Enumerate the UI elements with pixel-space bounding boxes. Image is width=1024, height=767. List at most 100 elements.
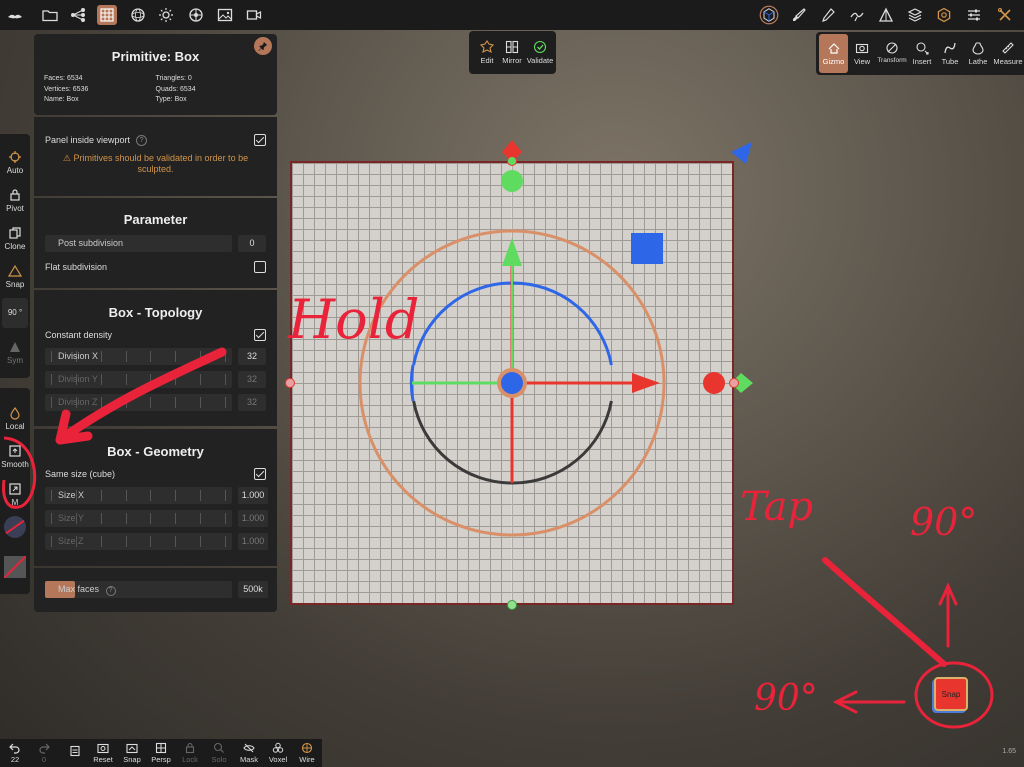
- geometry-title: Box - Geometry: [107, 444, 204, 459]
- size-y-label: Size Y: [58, 513, 84, 523]
- edit-label: Edit: [480, 56, 494, 65]
- pivot-button[interactable]: Pivot: [0, 188, 30, 213]
- stroke-icon[interactable]: [847, 5, 867, 25]
- insert-button[interactable]: Insert: [909, 41, 935, 66]
- undo-button[interactable]: 22: [2, 742, 28, 764]
- primitive-info-panel: Primitive: Box Faces: 6534 Triangles: 0 …: [34, 34, 277, 115]
- validate-button[interactable]: Validate: [526, 40, 554, 65]
- video-icon[interactable]: [244, 5, 264, 25]
- wire-button[interactable]: Wire: [294, 742, 320, 764]
- sphere-icon[interactable]: [128, 5, 148, 25]
- division-z-slider[interactable]: Division Z: [45, 394, 232, 411]
- voxel-label: Voxel: [268, 755, 288, 764]
- scene-tree-icon[interactable]: [68, 5, 88, 25]
- edit-button[interactable]: Edit: [474, 40, 500, 65]
- image-icon[interactable]: [215, 5, 235, 25]
- color-swatch-square[interactable]: [4, 556, 26, 578]
- reset-label: Reset: [93, 755, 113, 764]
- box-mesh[interactable]: [290, 161, 734, 605]
- size-z-slider[interactable]: Size Z: [45, 533, 232, 550]
- solo-button[interactable]: Solo: [206, 742, 232, 764]
- constant-density-label: Constant density: [45, 330, 113, 340]
- snap-label: Snap: [5, 280, 25, 289]
- undo-count: 22: [10, 755, 20, 764]
- max-faces-section: Max faces ? 500k: [34, 568, 277, 612]
- division-x-slider[interactable]: Division X: [45, 348, 232, 365]
- topology-title: Box - Topology: [108, 305, 203, 320]
- pin-icon[interactable]: [254, 37, 272, 55]
- view-button[interactable]: View: [850, 41, 874, 66]
- mask-button[interactable]: Mask: [236, 742, 262, 764]
- size-y-slider[interactable]: Size Y: [45, 510, 232, 527]
- voxel-button[interactable]: Voxel: [265, 742, 291, 764]
- orientation-cube-icon[interactable]: [757, 5, 781, 25]
- transform-button[interactable]: Transform: [876, 41, 908, 64]
- lathe-button[interactable]: Lathe: [965, 41, 991, 66]
- division-y-value[interactable]: 32: [238, 371, 266, 388]
- material-icon[interactable]: [186, 5, 206, 25]
- size-x-slider[interactable]: Size X: [45, 487, 232, 504]
- help-icon[interactable]: ?: [105, 586, 116, 596]
- picker-icon[interactable]: [818, 5, 838, 25]
- help-icon[interactable]: ?: [136, 134, 148, 146]
- same-size-checkbox[interactable]: [254, 468, 266, 480]
- camera-snap-label: Snap: [123, 755, 141, 764]
- brush-icon[interactable]: [789, 5, 809, 25]
- same-size-label: Same size (cube): [45, 469, 116, 479]
- division-y-slider[interactable]: Division Y: [45, 371, 232, 388]
- snap-toggle[interactable]: Snap: [0, 264, 30, 289]
- gizmo-button[interactable]: Gizmo: [819, 34, 848, 73]
- camera-snap-button[interactable]: Snap: [119, 742, 145, 764]
- max-faces-value[interactable]: 500k: [238, 581, 268, 598]
- measure-label: Measure: [993, 57, 1023, 66]
- grid-icon[interactable]: [97, 5, 117, 25]
- gizmo-corner-triangle[interactable]: [731, 142, 752, 164]
- snap-angle-value[interactable]: 90 °: [2, 298, 28, 328]
- mirror-button[interactable]: Mirror: [499, 40, 525, 65]
- auto-button[interactable]: Auto: [0, 150, 30, 175]
- top-toolbar: [0, 0, 1024, 30]
- local-button[interactable]: Local: [0, 406, 30, 431]
- panel-inside-viewport-checkbox[interactable]: [254, 134, 266, 146]
- tools-icon[interactable]: [995, 5, 1015, 25]
- post-subdivision-value[interactable]: 0: [238, 235, 266, 252]
- sliders-icon[interactable]: [964, 5, 984, 25]
- reset-button[interactable]: Reset: [90, 742, 116, 764]
- snap-orientation-button[interactable]: Snap: [934, 677, 968, 711]
- size-y-value[interactable]: 1.000: [238, 510, 268, 527]
- constant-density-checkbox[interactable]: [254, 329, 266, 341]
- history-icon[interactable]: [62, 745, 88, 758]
- sculpt-triangle-icon[interactable]: [876, 5, 896, 25]
- smooth-button[interactable]: Smooth: [0, 444, 30, 469]
- tap-arrow-annotation: [822, 557, 947, 667]
- size-x-value[interactable]: 1.000: [238, 487, 268, 504]
- measure-button[interactable]: Measure: [992, 41, 1024, 66]
- box-topology-section: Box - Topology Constant density Division…: [34, 290, 277, 426]
- tube-label: Tube: [941, 57, 959, 66]
- app-logo-icon[interactable]: [5, 5, 25, 25]
- mesh-type: Type: Box: [155, 96, 187, 103]
- left-toolbar: Auto Pivot Clone Snap 90 ° Sym: [0, 134, 30, 378]
- persp-button[interactable]: Persp: [148, 742, 174, 764]
- snap-orientation-label: Snap: [941, 689, 961, 699]
- m-button[interactable]: M: [0, 482, 30, 507]
- division-z-value[interactable]: 32: [238, 394, 266, 411]
- clone-button[interactable]: Clone: [0, 226, 30, 251]
- gizmo-right-diamond[interactable]: [731, 373, 753, 393]
- size-z-value[interactable]: 1.000: [238, 533, 268, 550]
- color-swatch-circle[interactable]: [4, 516, 26, 538]
- tube-button[interactable]: Tube: [938, 41, 962, 66]
- sym-button[interactable]: Sym: [0, 340, 30, 365]
- settings-icon[interactable]: [934, 5, 954, 25]
- division-x-value[interactable]: 32: [238, 348, 266, 365]
- folder-icon[interactable]: [40, 5, 60, 25]
- gizmo-top-diamond[interactable]: [502, 140, 522, 162]
- layers-icon[interactable]: [905, 5, 925, 25]
- redo-button[interactable]: 0: [31, 742, 57, 764]
- flat-subdivision-checkbox[interactable]: [254, 261, 266, 273]
- post-subdivision-slider[interactable]: Post subdivision: [45, 235, 232, 252]
- light-icon[interactable]: [156, 5, 176, 25]
- lock-button[interactable]: Lock: [177, 742, 203, 764]
- max-faces-slider[interactable]: Max faces ?: [45, 581, 232, 598]
- solo-label: Solo: [211, 755, 227, 764]
